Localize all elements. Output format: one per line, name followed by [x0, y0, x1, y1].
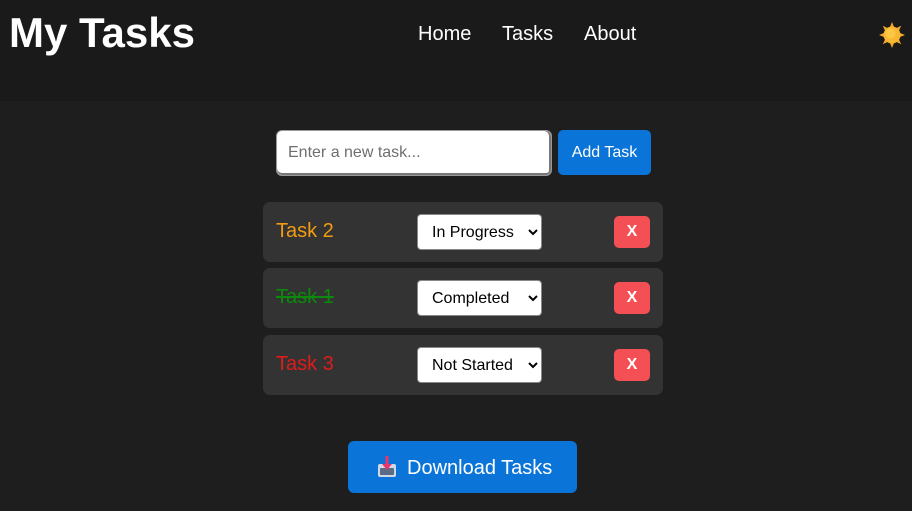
add-task-button[interactable]: Add Task [558, 130, 651, 175]
task-status-select[interactable]: Not Started [417, 347, 542, 383]
delete-task-button[interactable]: X [614, 349, 650, 381]
download-tasks-button[interactable]: Download Tasks [348, 441, 577, 493]
task-status-select[interactable]: Completed [417, 280, 542, 316]
nav-link-home[interactable]: Home [418, 21, 471, 47]
theme-toggle-button[interactable] [879, 22, 905, 48]
download-label: Download Tasks [407, 457, 553, 479]
nav-link-tasks[interactable]: Tasks [502, 21, 553, 47]
delete-task-button[interactable]: X [614, 216, 650, 248]
main-content: Add Task Task 2 In Progress X Task 1 Com… [0, 101, 912, 511]
delete-task-button[interactable]: X [614, 282, 650, 314]
task-row: Task 3 Not Started X [263, 335, 663, 395]
sun-icon [879, 22, 905, 48]
task-name: Task 2 [276, 220, 334, 242]
task-row: Task 1 Completed X [263, 268, 663, 328]
header: My Tasks Home Tasks About [0, 0, 912, 101]
task-row: Task 2 In Progress X [263, 202, 663, 262]
nav-link-about[interactable]: About [584, 21, 636, 47]
task-name: Task 1 [276, 286, 334, 308]
task-status-select[interactable]: In Progress [417, 214, 542, 250]
download-icon [378, 456, 396, 477]
task-name: Task 3 [276, 353, 334, 375]
new-task-input[interactable] [276, 130, 552, 176]
main-nav: Home Tasks About [0, 21, 912, 47]
